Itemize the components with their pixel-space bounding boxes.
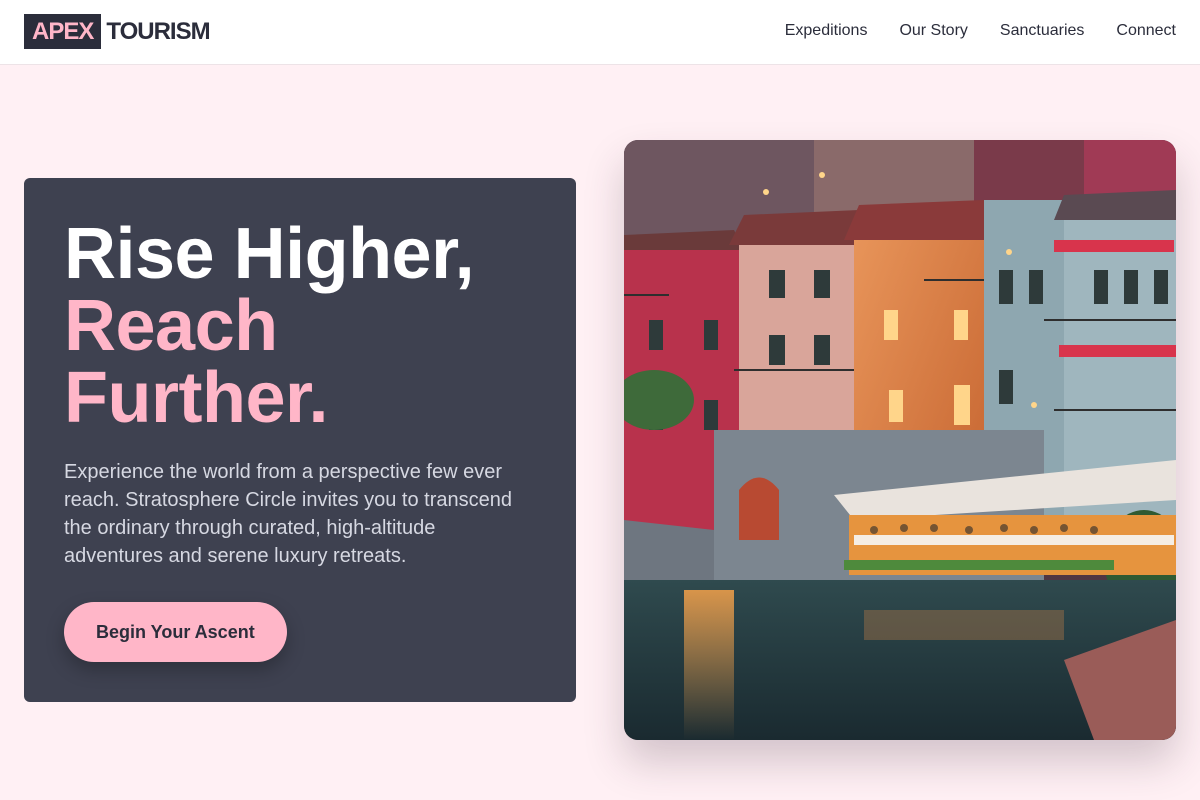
headline-line-1: Rise Higher, [64,214,475,294]
lakeside-village-photo [624,140,1176,740]
hero-description: Experience the world from a perspective … [64,461,512,567]
logo-text: TOURISM [106,17,210,45]
nav-our-story[interactable]: Our Story [899,20,967,42]
nav-sanctuaries[interactable]: Sanctuaries [1000,20,1085,42]
site-header: APEX TOURISM Expeditions Our Story Sanct… [0,0,1200,65]
nav-connect[interactable]: Connect [1116,20,1176,42]
hero-card: Rise Higher, Reach Further. Experience t… [24,178,576,702]
logo[interactable]: APEX TOURISM [24,14,211,49]
headline-line-2: Reach [64,286,278,366]
nav-expeditions[interactable]: Expeditions [785,20,868,42]
main-nav: Expeditions Our Story Sanctuaries Connec… [785,20,1176,42]
headline-line-3: Further. [64,358,329,438]
hero-headline: Rise Higher, Reach Further. [64,218,536,434]
begin-ascent-button[interactable]: Begin Your Ascent [64,602,287,662]
logo-box: APEX [24,14,102,49]
